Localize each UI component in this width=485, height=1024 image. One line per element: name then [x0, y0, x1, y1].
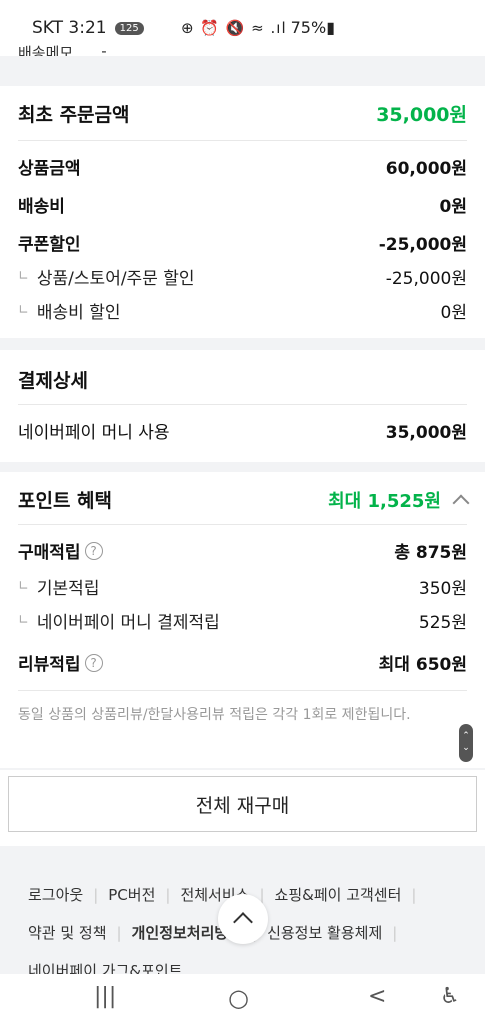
- scroll-top-button[interactable]: [218, 894, 268, 944]
- product-amount-label: 상품금액: [18, 159, 81, 179]
- purchase-points-value: 총 875원: [394, 543, 467, 563]
- notification-badge: 125: [114, 21, 144, 35]
- status-bar: SKT 3:21 125 ⊕ ⏰ 🔇 ≈ .ıl 75%▮ 배송메모 -: [0, 0, 485, 56]
- order-summary-title: 최초 주문금액: [18, 104, 130, 126]
- naverpay-money-label: 네이버페이 머니 사용: [18, 423, 170, 443]
- scroll-handle[interactable]: ⌃ ⌄: [459, 724, 473, 762]
- basic-points-label: 기본적립: [36, 579, 100, 599]
- terms-link[interactable]: 약관 및 정책: [28, 922, 107, 943]
- recent-apps-icon[interactable]: |||: [94, 984, 116, 1009]
- product-amount-value: 60,000원: [385, 159, 467, 179]
- product-store-discount-label: 상품/스토어/주문 할인: [36, 269, 195, 289]
- delivery-memo-label: 배송메모: [18, 44, 74, 56]
- help-icon[interactable]: ?: [84, 541, 103, 560]
- naverpay-money-row: 네이버페이 머니 사용 35,000원: [18, 418, 467, 443]
- payment-detail-title: 결제상세: [18, 370, 88, 392]
- status-left: SKT 3:21 125: [32, 18, 144, 38]
- product-amount-row: 상품금액 60,000원: [18, 154, 467, 179]
- naverpay-points-label: 네이버페이 머니 결제적립: [36, 613, 220, 633]
- help-icon[interactable]: ?: [84, 653, 103, 672]
- sub-corner-icon: ∟: [18, 303, 29, 318]
- pc-version-link[interactable]: PC버전: [108, 884, 155, 905]
- review-points-row: 리뷰적립? 최대 650원: [18, 650, 467, 675]
- points-section: 포인트 혜택 최대 1,525원 구매적립? 총 875원 ∟ 기본적립 350원…: [0, 472, 485, 768]
- payment-detail-section: 결제상세 네이버페이 머니 사용 35,000원: [0, 350, 485, 462]
- review-notice: 동일 상품의 상품리뷰/한달사용리뷰 적립은 각각 1회로 제한됩니다.: [18, 707, 411, 723]
- footer-row-3: 네이버페이 가그&포인트: [28, 960, 182, 974]
- carrier-time: SKT 3:21: [32, 18, 107, 38]
- shipping-fee-label: 배송비: [18, 197, 65, 217]
- review-points-label: 리뷰적립: [18, 655, 81, 675]
- rebuy-all-button[interactable]: 전체 재구매: [8, 776, 477, 832]
- shipping-fee-value: 0원: [439, 197, 467, 217]
- order-summary-section: 최초 주문금액 35,000원 상품금액 60,000원 배송비 0원 쿠폰할인…: [0, 86, 485, 338]
- basic-points-value: 350원: [418, 579, 467, 599]
- points-max: 최대 1,525원: [328, 490, 441, 512]
- sub-corner-icon: ∟: [18, 613, 29, 628]
- footer-row-2: 약관 및 정책| 개인정보처리방침| 신용정보 활용체제|: [28, 922, 398, 943]
- shipping-discount-label: 배송비 할인: [36, 303, 121, 323]
- basic-points-row: ∟ 기본적립 350원: [18, 574, 467, 599]
- shipping-discount-value: 0원: [440, 303, 467, 323]
- sub-corner-icon: ∟: [18, 269, 29, 284]
- divider: [18, 524, 467, 525]
- product-store-discount-row: ∟ 상품/스토어/주문 할인 -25,000원: [18, 264, 467, 289]
- divider: [18, 140, 467, 141]
- status-right: ⊕ ⏰ 🔇 ≈ .ıl 75%▮: [181, 18, 335, 37]
- product-store-discount-value: -25,000원: [385, 269, 467, 289]
- payment-detail-header: 결제상세: [18, 366, 467, 393]
- order-total: 35,000원: [376, 104, 467, 126]
- battery-indicator: 75%▮: [290, 18, 335, 37]
- naverpay-points-value: 525원: [418, 613, 467, 633]
- clipped-delivery-memo-row: 배송메모 -: [18, 38, 107, 56]
- points-title: 포인트 혜택: [18, 490, 113, 512]
- credit-info-link[interactable]: 신용정보 활용체제: [267, 922, 382, 943]
- chevron-up-icon: [233, 912, 253, 932]
- naverpay-points-link[interactable]: 네이버페이 가그&포인트: [28, 960, 182, 974]
- purchase-points-label: 구매적립: [18, 543, 81, 563]
- points-header[interactable]: 포인트 혜택 최대 1,525원: [18, 486, 470, 513]
- back-icon[interactable]: <: [368, 984, 386, 1009]
- chevron-up-icon[interactable]: [452, 494, 470, 511]
- purchase-points-row: 구매적립? 총 875원: [18, 538, 467, 563]
- accessibility-icon[interactable]: ♿: [440, 984, 460, 1009]
- shipping-fee-row: 배송비 0원: [18, 192, 467, 217]
- delivery-memo-value: -: [101, 42, 107, 56]
- shipping-discount-row: ∟ 배송비 할인 0원: [18, 298, 467, 323]
- coupon-discount-value: -25,000원: [378, 235, 467, 255]
- order-summary-header: 최초 주문금액 35,000원: [18, 100, 467, 127]
- system-nav-bar: ||| ○ < ♿: [0, 974, 485, 1024]
- divider: [18, 404, 467, 405]
- divider: [18, 690, 467, 691]
- coupon-discount-label: 쿠폰할인: [18, 235, 81, 255]
- review-points-value: 최대 650원: [378, 655, 467, 675]
- sub-corner-icon: ∟: [18, 579, 29, 594]
- footer: 로그아웃 | PC버전 | 전체서비스 | 쇼핑&페이 고객센터 | 약관 및 정책 | …: [0, 846, 485, 974]
- logout-link[interactable]: 로그아웃: [28, 884, 83, 905]
- naverpay-points-row: ∟ 네이버페이 머니 결제적립 525원: [18, 608, 467, 633]
- customer-center-link[interactable]: 쇼핑&페이 고객센터: [275, 884, 402, 905]
- coupon-discount-row: 쿠폰할인 -25,000원: [18, 230, 467, 255]
- naverpay-money-value: 35,000원: [385, 423, 467, 443]
- home-icon[interactable]: ○: [228, 984, 249, 1012]
- status-icons: ⊕ ⏰ 🔇 ≈ .ıl: [180, 18, 287, 37]
- rebuy-section: 전체 재구매: [0, 770, 485, 846]
